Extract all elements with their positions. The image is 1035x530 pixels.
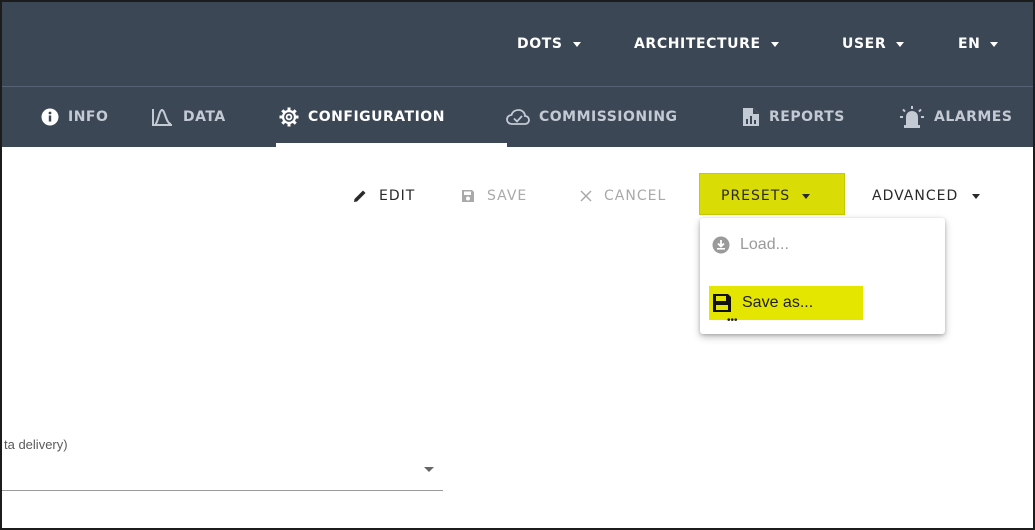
close-icon [580,190,592,202]
architecture-menu[interactable]: ARCHITECTURE [634,36,779,52]
user-menu-label: USER [842,36,887,52]
tab-reports-label: REPORTS [769,109,845,125]
chevron-down-icon [990,41,999,47]
tab-commissioning-label: COMMISSIONING [539,109,678,125]
download-icon [712,236,730,254]
cancel-button[interactable]: CANCEL [580,186,666,206]
advanced-button[interactable]: ADVANCED [872,186,981,206]
info-icon [41,108,59,126]
chevron-down-icon [972,193,981,199]
tab-reports[interactable]: REPORTS [742,87,845,147]
chevron-down-icon [770,41,779,47]
save-button[interactable]: SAVE [461,186,527,206]
language-menu[interactable]: EN [958,36,999,52]
menu-item-load-label: Load... [740,236,789,253]
presets-button[interactable]: PRESETS [721,186,811,206]
language-menu-label: EN [958,36,981,52]
tab-configuration-label: CONFIGURATION [308,109,445,125]
edit-button[interactable]: EDIT [353,186,415,206]
chevron-down-icon [896,41,905,47]
cancel-button-label: CANCEL [604,188,667,204]
pencil-icon [354,190,366,202]
field-label: ta delivery) [4,437,68,452]
floppy-icon [713,294,731,312]
report-icon [743,108,759,126]
advanced-button-label: ADVANCED [872,188,959,204]
edit-button-label: EDIT [379,188,416,204]
gear-icon [279,107,299,127]
dots-menu[interactable]: DOTS [517,36,581,52]
tab-configuration[interactable]: CONFIGURATION [279,87,445,147]
user-menu[interactable]: USER [842,36,905,52]
tab-data-label: DATA [183,109,226,125]
architecture-menu-label: ARCHITECTURE [634,36,761,52]
active-tab-indicator [276,143,507,147]
chevron-down-icon[interactable] [424,467,434,472]
alarm-light-icon [900,106,924,128]
menu-item-load[interactable]: Load... [712,236,789,254]
presets-button-label: PRESETS [721,188,791,204]
tab-alarmes-label: ALARMES [934,109,1013,125]
floppy-icon [462,190,474,202]
select-field-underline[interactable] [0,490,443,491]
chevron-down-icon [802,193,811,199]
chart-icon [152,108,172,126]
tab-info-label: INFO [68,109,109,125]
save-button-label: SAVE [487,188,528,204]
tab-alarmes[interactable]: ALARMES [899,87,1012,147]
tab-data[interactable]: DATA [150,87,226,147]
menu-item-save-as[interactable]: Save as... [712,293,813,313]
tab-commissioning[interactable]: COMMISSIONING [506,87,678,147]
tab-info[interactable]: INFO [41,87,108,147]
chevron-down-icon [572,41,581,47]
menu-item-save-as-label: Save as... [742,294,814,311]
cloud-check-icon [506,109,530,125]
cursor-dots: ••• [727,315,738,326]
dots-menu-label: DOTS [517,36,563,52]
